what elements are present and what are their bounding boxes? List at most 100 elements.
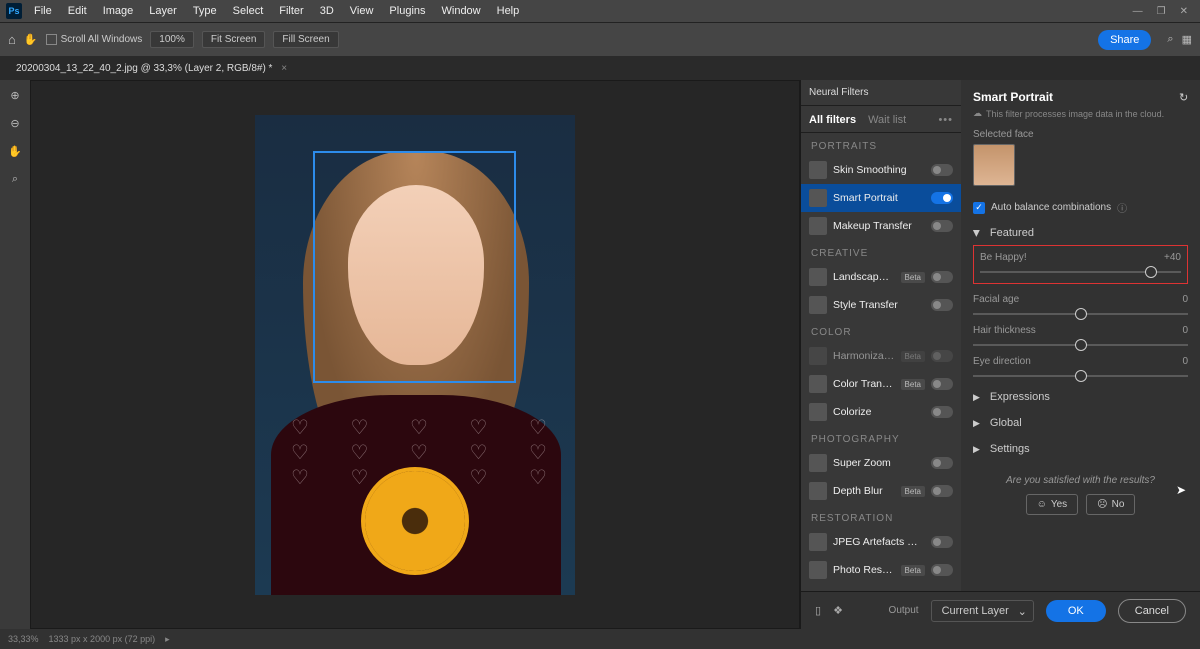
canvas[interactable] (30, 80, 800, 629)
menu-image[interactable]: Image (95, 0, 142, 22)
share-button[interactable]: Share (1098, 30, 1151, 50)
tools-column: ⊕ ⊖ ✋ ⌕ (0, 80, 30, 629)
filter-toggle[interactable] (931, 564, 953, 576)
filter-toggle[interactable] (931, 485, 953, 497)
menu-window[interactable]: Window (434, 0, 489, 22)
zoom-tool-icon[interactable]: ⌕ (6, 170, 24, 188)
cancel-button[interactable]: Cancel (1118, 599, 1186, 623)
filter-colorize[interactable]: Colorize (801, 398, 961, 426)
filter-thumb (809, 189, 827, 207)
tab-all-filters[interactable]: All filters (809, 114, 856, 126)
plus-icon[interactable]: ⊕ (6, 86, 24, 104)
chevron-down-icon: ⌄ (1018, 605, 1027, 618)
filter-toggle[interactable] (931, 220, 953, 232)
filter-thumb (809, 296, 827, 314)
menu-edit[interactable]: Edit (60, 0, 95, 22)
status-bar: 33,33% 1333 px x 2000 px (72 ppi) ▸ (0, 629, 1200, 649)
filter-thumb (809, 533, 827, 551)
layers-icon[interactable]: ❖ (833, 604, 843, 617)
menu-view[interactable]: View (342, 0, 382, 22)
zoom-value[interactable]: 100% (150, 31, 194, 48)
section-settings[interactable]: ▶Settings (973, 443, 1188, 455)
close-tab-icon[interactable]: × (281, 63, 287, 74)
filter-jpeg-artefacts-removal[interactable]: JPEG Artefacts Removal (801, 528, 961, 556)
section-expressions[interactable]: ▶Expressions (973, 391, 1188, 403)
filter-depth-blur[interactable]: Depth BlurBeta (801, 477, 961, 505)
beta-badge: Beta (901, 486, 925, 497)
tab-wait-list[interactable]: Wait list (868, 114, 906, 126)
filter-toggle[interactable] (931, 536, 953, 548)
minus-icon[interactable]: ⊖ (6, 114, 24, 132)
slider-track[interactable] (973, 344, 1188, 346)
filter-thumb (809, 454, 827, 472)
filter-toggle[interactable] (931, 406, 953, 418)
status-chevron-icon[interactable]: ▸ (165, 634, 170, 645)
reset-icon[interactable]: ↺ (1179, 91, 1188, 104)
maximize-icon[interactable]: ❐ (1157, 6, 1166, 17)
search-icon[interactable]: ⌕ (1167, 33, 1173, 46)
more-icon[interactable]: ••• (938, 114, 953, 126)
filter-toggle[interactable] (931, 299, 953, 311)
filter-toggle[interactable] (931, 378, 953, 390)
filter-harmonization[interactable]: HarmonizationBeta (801, 342, 961, 370)
menu-plugins[interactable]: Plugins (381, 0, 433, 22)
category-label: CREATIVE (801, 240, 961, 263)
no-button[interactable]: ☹No (1086, 494, 1135, 515)
document-tab[interactable]: 20200304_13_22_40_2.jpg @ 33,3% (Layer 2… (8, 63, 295, 74)
minimize-icon[interactable]: — (1133, 6, 1143, 17)
filter-skin-smoothing[interactable]: Skin Smoothing (801, 156, 961, 184)
hand-tool-icon[interactable]: ✋ (6, 142, 24, 160)
slider-track[interactable] (973, 375, 1188, 377)
options-bar: ⌂ ✋ Scroll All Windows 100% Fit Screen F… (0, 22, 1200, 56)
close-icon[interactable]: ✕ (1180, 6, 1188, 17)
beta-badge: Beta (901, 272, 925, 283)
neural-filters-panel: Neural Filters All filters Wait list •••… (800, 80, 1200, 629)
menu-help[interactable]: Help (489, 0, 528, 22)
selected-face-thumb[interactable] (973, 144, 1015, 186)
home-icon[interactable]: ⌂ (8, 32, 16, 47)
section-global[interactable]: ▶Global (973, 417, 1188, 429)
fill-screen-button[interactable]: Fill Screen (273, 31, 338, 48)
ok-button[interactable]: OK (1046, 600, 1106, 622)
panel-footer: ▯ ❖ Output Current Layer ⌄ OK Cancel (801, 591, 1200, 629)
menubar: Ps FileEditImageLayerTypeSelectFilter3DV… (0, 0, 1200, 22)
category-label: RESTORATION (801, 505, 961, 528)
workspace-icon[interactable]: ▦ (1182, 33, 1192, 46)
filter-thumb (809, 347, 827, 365)
document-tab-bar: 20200304_13_22_40_2.jpg @ 33,3% (Layer 2… (0, 56, 1200, 80)
filter-landscape-mixer[interactable]: Landscape MixerBeta (801, 263, 961, 291)
filter-toggle[interactable] (931, 192, 953, 204)
filter-toggle[interactable] (931, 350, 953, 362)
menu-file[interactable]: File (26, 0, 60, 22)
filter-makeup-transfer[interactable]: Makeup Transfer (801, 212, 961, 240)
slider-track[interactable] (973, 313, 1188, 315)
menu-select[interactable]: Select (225, 0, 272, 22)
scroll-all-checkbox[interactable]: Scroll All Windows (46, 34, 143, 45)
hand-icon[interactable]: ✋ (24, 33, 38, 46)
menu-layer[interactable]: Layer (141, 0, 185, 22)
preview-icon[interactable]: ▯ (815, 604, 821, 617)
fit-screen-button[interactable]: Fit Screen (202, 31, 266, 48)
filter-super-zoom[interactable]: Super Zoom (801, 449, 961, 477)
filter-toggle[interactable] (931, 164, 953, 176)
slider-track[interactable] (980, 271, 1181, 273)
filter-style-transfer[interactable]: Style Transfer (801, 291, 961, 319)
filter-thumb (809, 161, 827, 179)
featured-section[interactable]: ▶Featured (973, 227, 1188, 239)
menu-filter[interactable]: Filter (271, 0, 311, 22)
output-select[interactable]: Current Layer ⌄ (931, 600, 1034, 622)
info-icon[interactable]: ⓘ (1117, 200, 1127, 215)
auto-balance-checkbox[interactable]: ✓ Auto balance combinations ⓘ (973, 200, 1188, 215)
slider-hair-thickness: Hair thickness0 (973, 325, 1188, 346)
yes-button[interactable]: ☺Yes (1026, 494, 1079, 515)
beta-badge: Beta (901, 379, 925, 390)
status-zoom: 33,33% (8, 634, 39, 644)
menu-type[interactable]: Type (185, 0, 225, 22)
photo (255, 115, 575, 595)
menu-3d[interactable]: 3D (312, 0, 342, 22)
filter-color-transfer[interactable]: Color TransferBeta (801, 370, 961, 398)
filter-smart-portrait[interactable]: Smart Portrait (801, 184, 961, 212)
filter-toggle[interactable] (931, 457, 953, 469)
filter-toggle[interactable] (931, 271, 953, 283)
filter-photo-restoration[interactable]: Photo RestorationBeta (801, 556, 961, 584)
